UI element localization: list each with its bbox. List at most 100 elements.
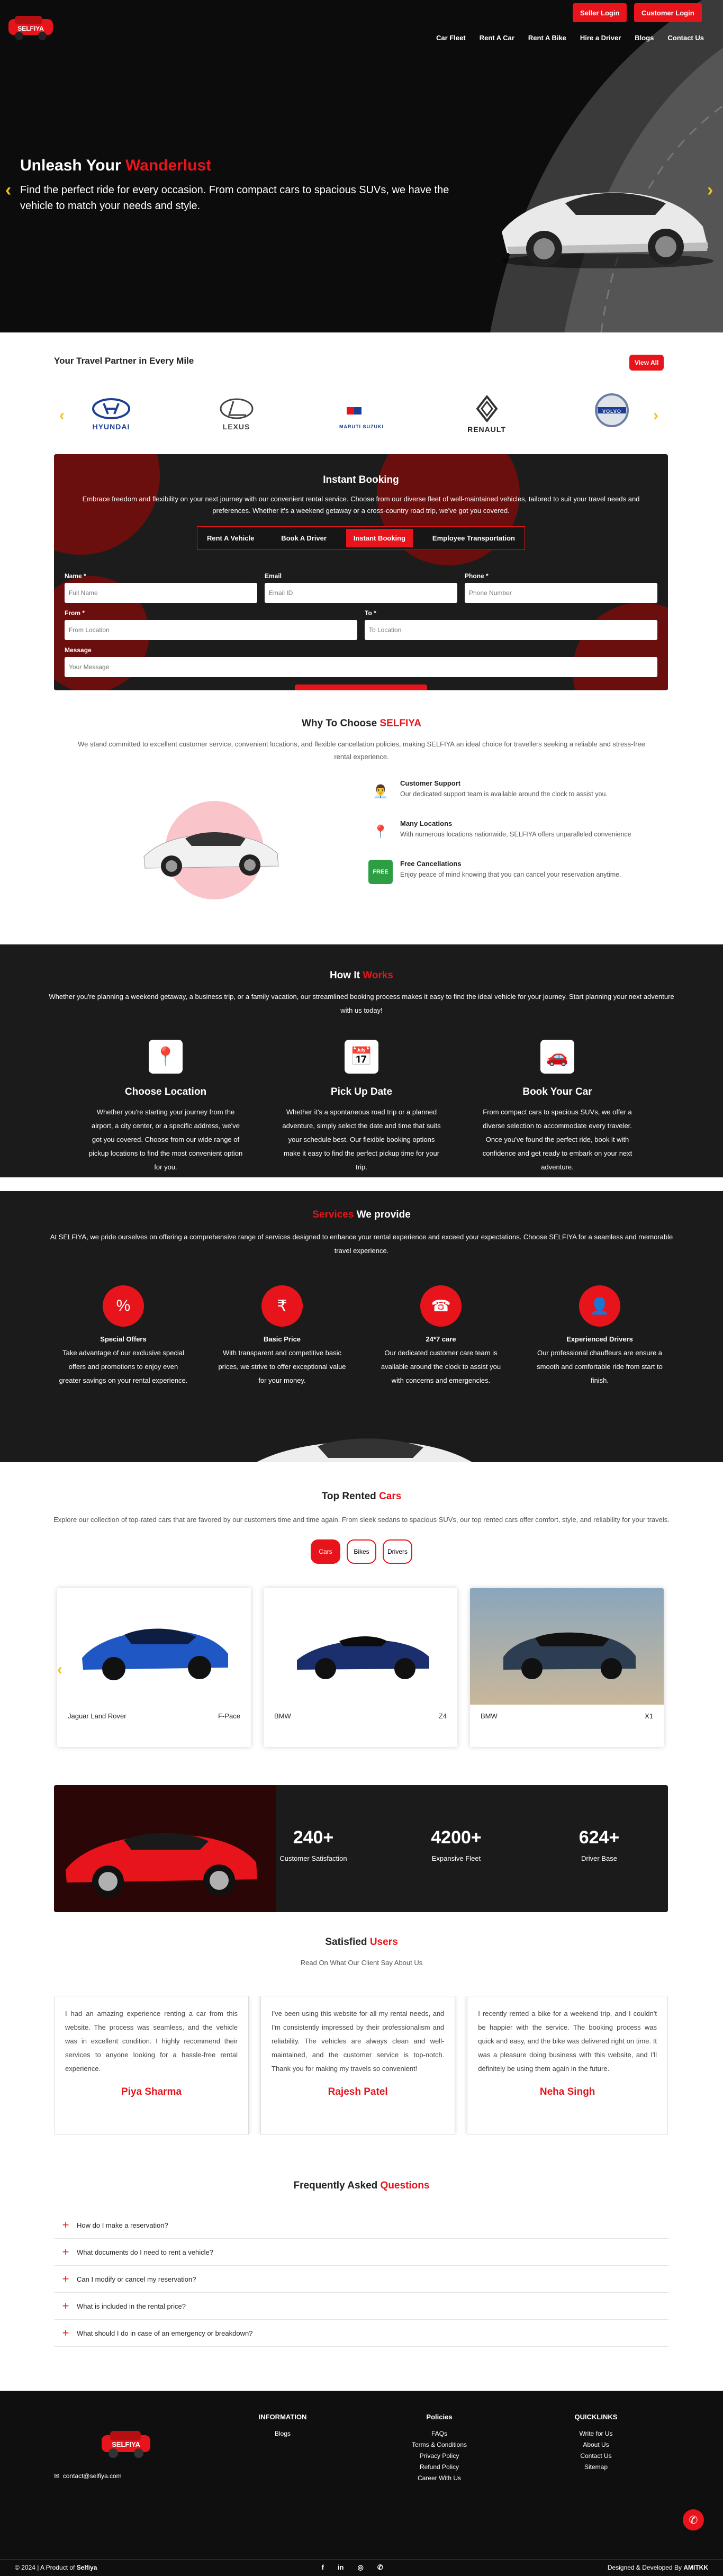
faq-item[interactable]: + What should I do in case of an emergenc…: [55, 2320, 668, 2347]
hero-next-arrow-icon[interactable]: ›: [707, 180, 713, 201]
hero-text: Unleash Your Wanderlust Find the perfect…: [20, 157, 454, 214]
brand-logo-maruti-suzuki[interactable]: MARUTI SUZUKI: [330, 391, 393, 438]
service-text: Our dedicated customer care team is avai…: [381, 1349, 501, 1384]
rented-prev-arrow-icon[interactable]: ‹: [57, 1661, 62, 1679]
tab-rent-a-vehicle[interactable]: Rent A Vehicle: [200, 529, 262, 547]
brand-logo-lexus[interactable]: LEXUS: [205, 391, 268, 438]
footer-link-contact-us[interactable]: Contact Us: [570, 2451, 622, 2462]
faq-item[interactable]: + What documents do I need to rent a vehi…: [55, 2239, 668, 2266]
footer: SELFIYA ✉ contact@selfiya.com INFORMATIO…: [0, 2391, 723, 2576]
svg-text:SELFIYA: SELFIYA: [17, 25, 44, 32]
message-input[interactable]: [65, 657, 657, 677]
name-label: Name *: [65, 572, 86, 580]
partners-title: Your Travel Partner in Every Mile: [54, 356, 194, 366]
calendar-icon: 📅: [345, 1040, 378, 1074]
testimonial-card: I recently rented a bike for a weekend t…: [467, 1996, 668, 2134]
brand-logo-hyundai[interactable]: HYUNDAI: [79, 391, 143, 438]
nav-links: Car Fleet Rent A Car Rent A Bike Hire a …: [436, 34, 704, 42]
email-input[interactable]: [265, 583, 457, 603]
hero-prev-arrow-icon[interactable]: ‹: [5, 180, 11, 201]
tab-instant-booking[interactable]: Instant Booking: [346, 529, 413, 547]
selfiya-logo[interactable]: SELFIYA: [7, 12, 54, 42]
how-title: How It Works: [329, 970, 393, 981]
footer-selfiya-logo[interactable]: SELFIYA: [100, 2422, 152, 2465]
faq-title: Frequently Asked Questions: [293, 2180, 430, 2191]
faq-item[interactable]: + Can I modify or cancel my reservation?: [55, 2266, 668, 2293]
step-text: Whether you're starting your journey fro…: [88, 1108, 243, 1171]
car-card-bmw-x1[interactable]: BMW X1: [470, 1588, 664, 1747]
footer-email[interactable]: ✉ contact@selfiya.com: [54, 2472, 122, 2480]
testimonial-text: I had an amazing experience renting a ca…: [65, 2010, 238, 2073]
social-links: f in ◎ ✆: [322, 2563, 383, 2572]
stat-label: Expansive Fleet: [431, 1854, 481, 1862]
nav-link-car-fleet[interactable]: Car Fleet: [436, 34, 466, 42]
faq-item[interactable]: + How do I make a reservation?: [55, 2212, 668, 2239]
footer-link-sitemap[interactable]: Sitemap: [570, 2462, 622, 2473]
footer-bottom-bar: © 2024 | A Product of Selfiya f in ◎ ✆ D…: [0, 2559, 723, 2575]
tab-bikes[interactable]: Bikes: [347, 1539, 376, 1564]
nav-link-hire-a-driver[interactable]: Hire a Driver: [580, 34, 621, 42]
footer-link-privacy-policy[interactable]: Privacy Policy: [408, 2451, 471, 2462]
footer-link-write-for-us[interactable]: Write for Us: [570, 2428, 622, 2439]
nav-link-blogs[interactable]: Blogs: [635, 34, 654, 42]
submit-button[interactable]: Submit: [295, 684, 427, 690]
brand-logo-renault[interactable]: RENAULT: [455, 391, 519, 438]
step-book-your-car: 🚗 Book Your Car From compact cars to spa…: [478, 1040, 637, 1174]
name-input[interactable]: [65, 583, 257, 603]
footer-quicklinks: QUICKLINKS Write for Us About Us Contact…: [570, 2413, 622, 2473]
testimonial-card: I had an amazing experience renting a ca…: [54, 1996, 249, 2134]
service-experienced-drivers: 👤 Experienced Drivers Our professional c…: [534, 1285, 666, 1388]
feature-title: Customer Support: [400, 779, 461, 787]
step-text: From compact cars to spacious SUVs, we o…: [482, 1108, 632, 1171]
linkedin-icon[interactable]: in: [338, 2563, 344, 2572]
whatsapp-float-button[interactable]: ✆: [683, 2509, 704, 2530]
footer-link-refund-policy[interactable]: Refund Policy: [408, 2462, 471, 2473]
whatsapp-icon[interactable]: ✆: [377, 2563, 383, 2572]
tab-drivers[interactable]: Drivers: [383, 1539, 412, 1564]
view-all-button[interactable]: View All: [629, 355, 664, 371]
testimonial-name: Neha Singh: [539, 2086, 595, 2097]
from-label: From *: [65, 609, 85, 617]
why-car-image: [143, 832, 279, 877]
lexus-icon: [220, 398, 253, 419]
price-tag-icon: ₹: [261, 1285, 303, 1327]
tab-employee-transportation[interactable]: Employee Transportation: [424, 529, 522, 547]
service-24-7-care: ☎ 24*7 care Our dedicated customer care …: [375, 1285, 507, 1388]
nav-link-contact-us[interactable]: Contact Us: [667, 34, 704, 42]
partners-prev-arrow-icon[interactable]: ‹: [59, 407, 65, 425]
tab-book-a-driver[interactable]: Book A Driver: [274, 529, 334, 547]
footer-link-faqs[interactable]: FAQs: [408, 2428, 471, 2439]
seller-login-button[interactable]: Seller Login: [573, 3, 627, 22]
from-location-input[interactable]: [65, 620, 357, 640]
car-card-jaguar-f-pace[interactable]: Jaguar Land Rover F-Pace: [57, 1588, 251, 1747]
brand-logo-volvo[interactable]: VOLVO: [580, 391, 644, 438]
car-card-bmw-z4[interactable]: BMW Z4: [264, 1588, 457, 1747]
location-pin-icon: 📍: [149, 1040, 183, 1074]
hero-car-image: [502, 192, 713, 268]
feature-text: Our dedicated support team is available …: [400, 790, 608, 798]
footer-link-terms[interactable]: Terms & Conditions: [408, 2439, 471, 2451]
nav-link-rent-a-car[interactable]: Rent A Car: [480, 34, 514, 42]
facebook-icon[interactable]: f: [322, 2563, 324, 2572]
whatsapp-icon: ✆: [689, 2514, 698, 2526]
footer-policies: Policies FAQs Terms & Conditions Privacy…: [408, 2413, 471, 2484]
email-label: Email: [265, 572, 282, 580]
car-model: X1: [645, 1712, 653, 1720]
footer-link-career[interactable]: Career With Us: [408, 2473, 471, 2484]
footer-link-about-us[interactable]: About Us: [570, 2439, 622, 2451]
faq-item[interactable]: + What is included in the rental price?: [55, 2293, 668, 2320]
jaguar-car-image: [82, 1628, 228, 1680]
customer-login-button[interactable]: Customer Login: [634, 3, 702, 22]
how-it-works-section: How It Works Whether you're planning a w…: [0, 944, 723, 1177]
footer-link-blogs[interactable]: Blogs: [256, 2428, 309, 2439]
designed-by-text: Designed & Developed By AMITKK: [607, 2563, 708, 2571]
nav-link-rent-a-bike[interactable]: Rent A Bike: [528, 34, 566, 42]
partners-next-arrow-icon[interactable]: ›: [653, 407, 658, 425]
car-model: F-Pace: [218, 1712, 240, 1720]
testimonial-name: Rajesh Patel: [328, 2086, 388, 2097]
instagram-icon[interactable]: ◎: [357, 2563, 363, 2572]
faq-section: Frequently Asked Questions + How do I mak…: [0, 2156, 723, 2391]
phone-input[interactable]: [465, 583, 657, 603]
tab-cars[interactable]: Cars: [311, 1539, 340, 1564]
to-location-input[interactable]: [365, 620, 657, 640]
